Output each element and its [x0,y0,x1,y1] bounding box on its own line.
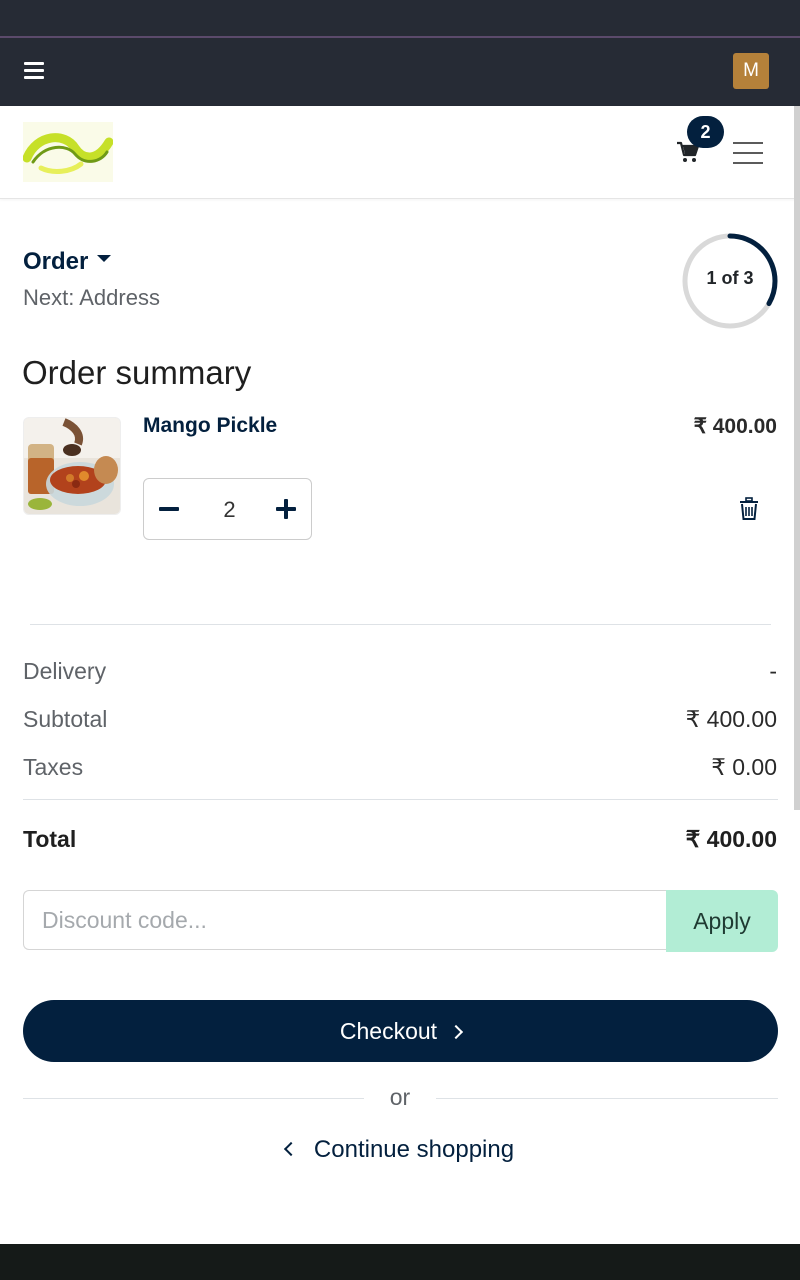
checkout-button[interactable]: Checkout [23,1000,778,1062]
scrollbar[interactable] [794,106,800,810]
or-text: or [389,1084,411,1110]
top-navbar [0,0,800,106]
or-divider-left [23,1098,364,1099]
navbar-toggle-icon[interactable] [733,140,763,166]
continue-shopping-label: Continue shopping [313,1136,515,1163]
product-price: ₹ 400.00 [693,415,777,438]
increase-quantity-button[interactable] [261,479,311,539]
order-summary-title: Order summary [22,354,252,391]
subtotal-value: ₹ 400.00 [685,706,777,732]
progress-label: 1 of 3 [706,268,754,288]
chevron-right-icon [449,1024,464,1040]
divider [23,799,778,800]
minus-icon [159,507,179,511]
quantity-stepper [143,478,312,541]
total-value: ₹ 400.00 [685,826,777,852]
taxes-label: Taxes [23,754,84,780]
divider [30,624,771,625]
chevron-left-icon [283,1141,298,1157]
discount-code-input[interactable] [23,890,666,950]
quantity-input[interactable] [194,479,265,541]
product-image[interactable] [23,417,121,515]
remove-item-icon[interactable] [738,497,760,521]
cart-count-badge: 2 [687,116,724,148]
taxes-value: ₹ 0.00 [711,754,777,780]
site-footer [0,1244,800,1280]
site-logo[interactable] [23,122,113,182]
caret-down-icon [97,255,112,263]
checkout-step-label: Order [23,248,89,275]
subtotal-label: Subtotal [23,706,108,732]
continue-shopping-link[interactable]: Continue shopping [0,1136,800,1164]
total-label: Total [23,826,77,852]
delivery-value: - [769,658,777,684]
main-menu-toggle-icon[interactable] [24,62,44,79]
delivery-label: Delivery [23,658,107,684]
checkout-step-dropdown[interactable]: Order [23,248,112,276]
product-name-link[interactable]: Mango Pickle [143,414,277,438]
decrease-quantity-button[interactable] [144,479,194,539]
checkout-label: Checkout [339,1018,438,1044]
next-step-text: Next: Address [23,285,160,310]
apply-discount-button[interactable]: Apply [666,890,778,952]
or-divider-right [436,1098,778,1099]
topbar-accent-line [0,36,800,38]
user-avatar[interactable]: M [733,53,769,89]
